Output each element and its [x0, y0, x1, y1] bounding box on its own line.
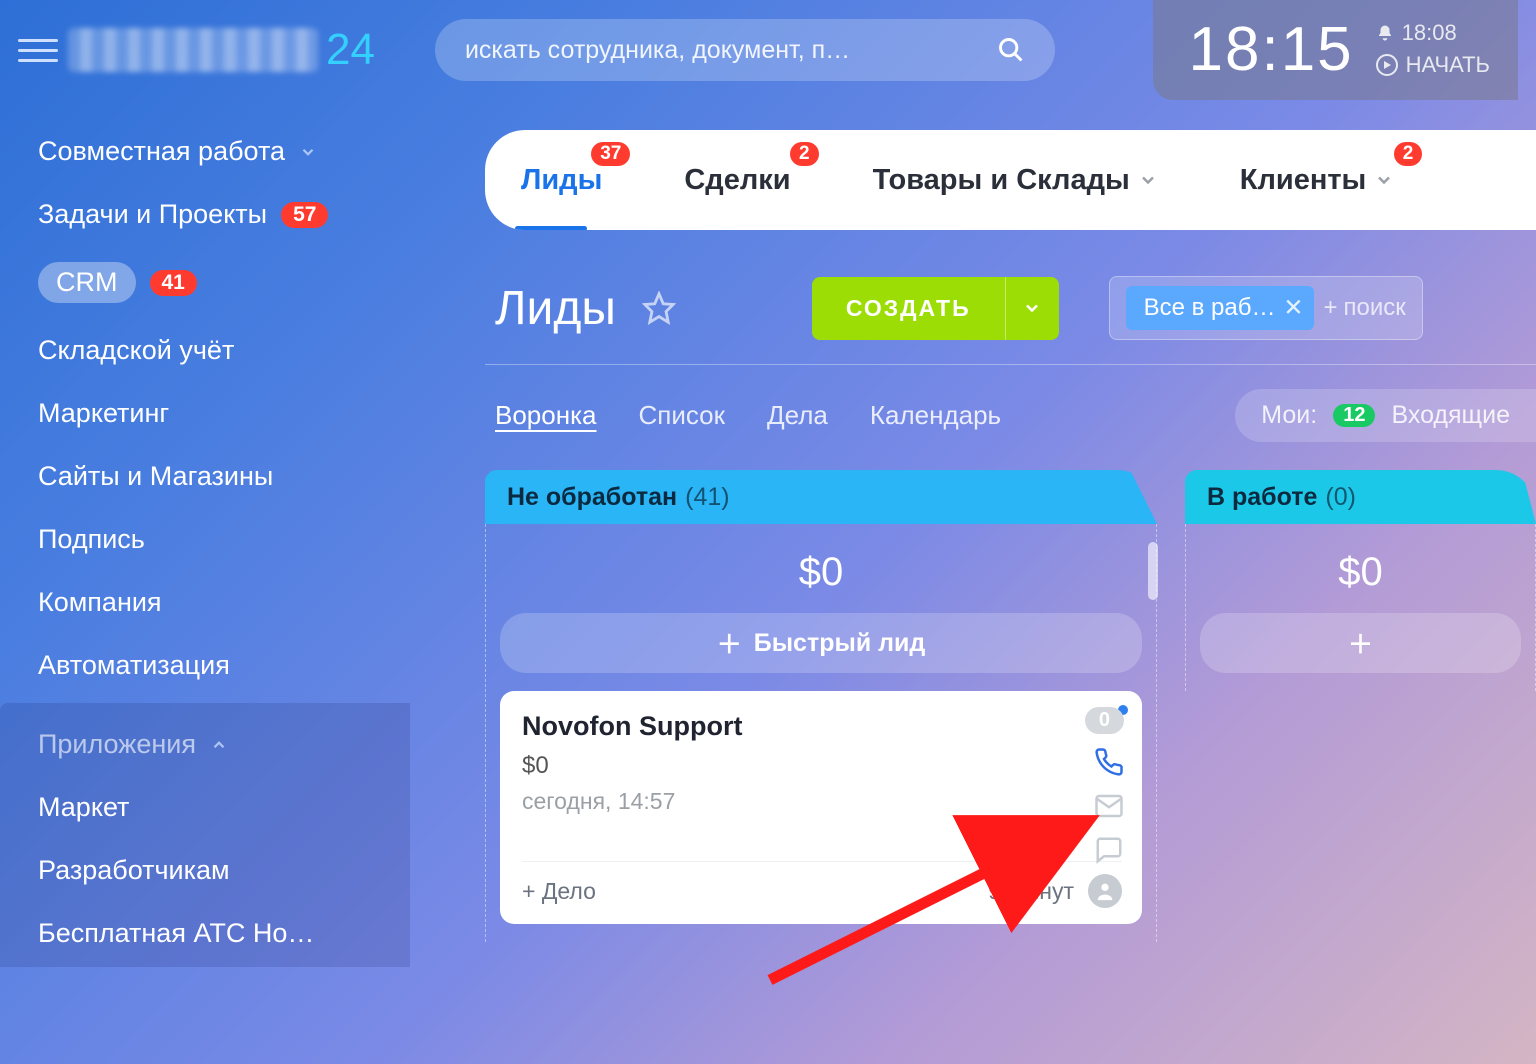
badge: 41 — [150, 270, 197, 296]
lead-amount: $0 — [522, 752, 1122, 780]
notification-time[interactable]: 18:08 — [1376, 20, 1490, 46]
close-icon[interactable]: ✕ — [1283, 294, 1303, 323]
sidebar-item-inventory[interactable]: Складской учёт — [38, 319, 410, 382]
chevron-down-icon — [1022, 298, 1042, 318]
star-icon[interactable] — [642, 291, 676, 325]
sidebar-item-tasks[interactable]: Задачи и Проекты 57 — [38, 183, 410, 246]
column-sum: $0 — [1200, 550, 1521, 595]
sidebar-item-sites[interactable]: Сайты и Магазины — [38, 445, 410, 508]
crm-pill: CRM — [38, 262, 136, 303]
lead-card[interactable]: 0 Novofon Support $0 сегодня, 14:57 + Де… — [500, 691, 1142, 924]
sidebar-item-developers[interactable]: Разработчикам — [38, 839, 410, 902]
bell-icon — [1376, 24, 1394, 42]
divider — [485, 364, 1536, 365]
menu-toggle[interactable] — [18, 39, 58, 62]
lead-title: Novofon Support — [522, 711, 1122, 742]
play-icon — [1376, 54, 1398, 76]
sidebar-item-sign[interactable]: Подпись — [38, 508, 410, 571]
tab-clients[interactable]: Клиенты 2 — [1234, 164, 1401, 197]
column-header[interactable]: Не обработан (41) — [485, 470, 1157, 524]
tab-deals[interactable]: Сделки 2 — [678, 164, 796, 197]
mine-count: 12 — [1333, 404, 1375, 427]
search-input[interactable] — [465, 36, 997, 65]
filter-search[interactable]: Все в раб… ✕ + поиск — [1109, 276, 1423, 340]
kanban-column-in-progress: В работе (0) $0 ＋ — [1185, 470, 1536, 942]
mail-icon[interactable] — [1094, 791, 1124, 821]
filter-chip[interactable]: Все в раб… ✕ — [1126, 286, 1314, 330]
badge: 2 — [1394, 142, 1423, 166]
create-dropdown[interactable] — [1005, 277, 1059, 340]
clock-time: 18:15 — [1189, 14, 1354, 85]
search-icon — [997, 36, 1025, 64]
view-kanban[interactable]: Воронка — [495, 400, 597, 431]
kanban-board: Не обработан (41) $0 ＋ Быстрый лид 0 Nov… — [485, 470, 1536, 942]
global-search[interactable] — [435, 19, 1055, 81]
chat-icon[interactable] — [1094, 835, 1124, 865]
kanban-column-unprocessed: Не обработан (41) $0 ＋ Быстрый лид 0 Nov… — [485, 470, 1157, 942]
sidebar-item-company[interactable]: Компания — [38, 571, 410, 634]
sidebar-item-market[interactable]: Маркет — [38, 776, 410, 839]
start-timer[interactable]: НАЧАТЬ — [1376, 52, 1490, 78]
column-header[interactable]: В работе (0) — [1185, 470, 1536, 524]
lead-duration: 9 Минут — [988, 878, 1074, 905]
main-area: Лиды 37 Сделки 2 Товары и Склады Клиенты… — [485, 130, 1536, 942]
badge: 2 — [790, 142, 819, 166]
page-title: Лиды — [495, 281, 616, 336]
quick-lead-button[interactable]: ＋ — [1200, 613, 1521, 673]
mine-filter[interactable]: Мои: 12 Входящие — [1235, 389, 1536, 442]
column-sum: $0 — [500, 550, 1142, 595]
plus-icon: ＋ — [1348, 625, 1373, 661]
sidebar-item-collab[interactable]: Совместная работа — [38, 120, 410, 183]
brand-blur — [68, 28, 318, 72]
view-activities[interactable]: Дела — [767, 400, 828, 431]
brand-suffix: 24 — [326, 25, 375, 75]
sidebar-item-free-ats[interactable]: Бесплатная АТС Но… — [38, 902, 410, 965]
phone-icon[interactable] — [1094, 747, 1124, 777]
view-list[interactable]: Список — [639, 400, 726, 431]
sidebar-item-automation[interactable]: Автоматизация — [38, 634, 410, 697]
tab-products[interactable]: Товары и Склады — [867, 164, 1164, 197]
brand: 24 — [68, 25, 375, 75]
clock-widget[interactable]: 18:15 18:08 НАЧАТЬ — [1153, 0, 1519, 100]
activity-count-badge: 0 — [1085, 707, 1124, 734]
sidebar-item-crm[interactable]: CRM 41 — [38, 246, 410, 319]
filter-add-search[interactable]: + поиск — [1324, 294, 1406, 322]
plus-icon: ＋ — [717, 625, 742, 661]
chevron-down-icon — [1138, 170, 1158, 190]
create-button[interactable]: СОЗДАТЬ — [812, 277, 1005, 340]
sidebar: Совместная работа Задачи и Проекты 57 CR… — [0, 120, 410, 967]
sidebar-apps-toggle[interactable]: Приложения — [38, 713, 410, 776]
chevron-up-icon — [210, 736, 228, 754]
badge: 57 — [281, 202, 328, 228]
add-task-link[interactable]: + Дело — [522, 878, 596, 905]
avatar-icon[interactable] — [1088, 874, 1122, 908]
badge: 37 — [591, 142, 630, 166]
quick-lead-button[interactable]: ＋ Быстрый лид — [500, 613, 1142, 673]
sidebar-item-marketing[interactable]: Маркетинг — [38, 382, 410, 445]
lead-date: сегодня, 14:57 — [522, 788, 1122, 815]
tab-leads[interactable]: Лиды 37 — [515, 164, 608, 197]
chevron-down-icon — [299, 143, 317, 161]
chevron-down-icon — [1374, 170, 1394, 190]
scrollbar-thumb[interactable] — [1148, 542, 1158, 600]
view-calendar[interactable]: Календарь — [870, 400, 1001, 431]
crm-tabs: Лиды 37 Сделки 2 Товары и Склады Клиенты… — [485, 130, 1536, 230]
